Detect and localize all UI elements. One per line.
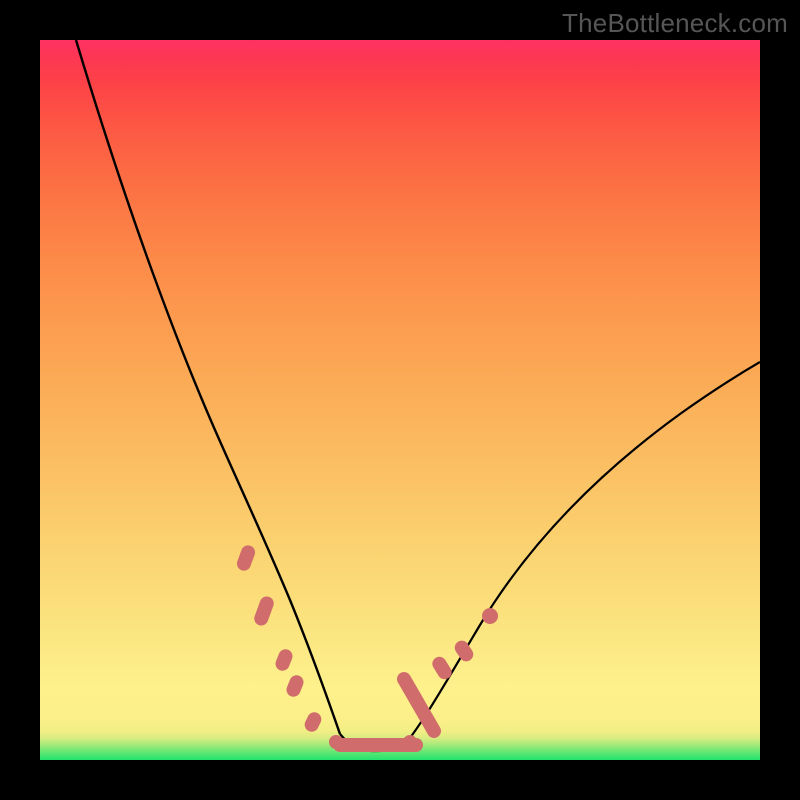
- data-dots: [235, 543, 498, 752]
- curve-left: [76, 40, 340, 734]
- watermark-text: TheBottleneck.com: [562, 8, 788, 39]
- chart-svg: [40, 40, 760, 760]
- chart-frame: TheBottleneck.com: [0, 0, 800, 800]
- plot-area: [40, 40, 760, 760]
- curve-right: [403, 362, 760, 747]
